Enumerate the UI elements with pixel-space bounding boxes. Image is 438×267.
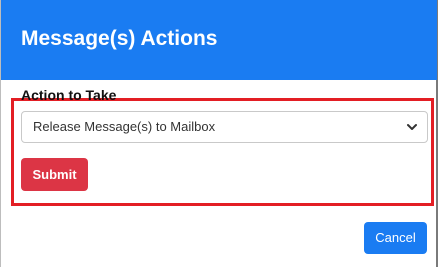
chevron-down-icon (407, 124, 417, 130)
submit-button[interactable]: Submit (21, 158, 88, 191)
action-label: Action to Take (21, 87, 117, 103)
dialog-header: Message(s) Actions (1, 0, 437, 80)
action-select[interactable]: Release Message(s) to Mailbox (21, 111, 428, 143)
cancel-button[interactable]: Cancel (364, 222, 427, 254)
message-actions-dialog: Message(s) Actions Action to Take Releas… (0, 0, 438, 267)
action-select-value: Release Message(s) to Mailbox (33, 119, 216, 134)
dialog-title: Message(s) Actions (21, 27, 218, 50)
